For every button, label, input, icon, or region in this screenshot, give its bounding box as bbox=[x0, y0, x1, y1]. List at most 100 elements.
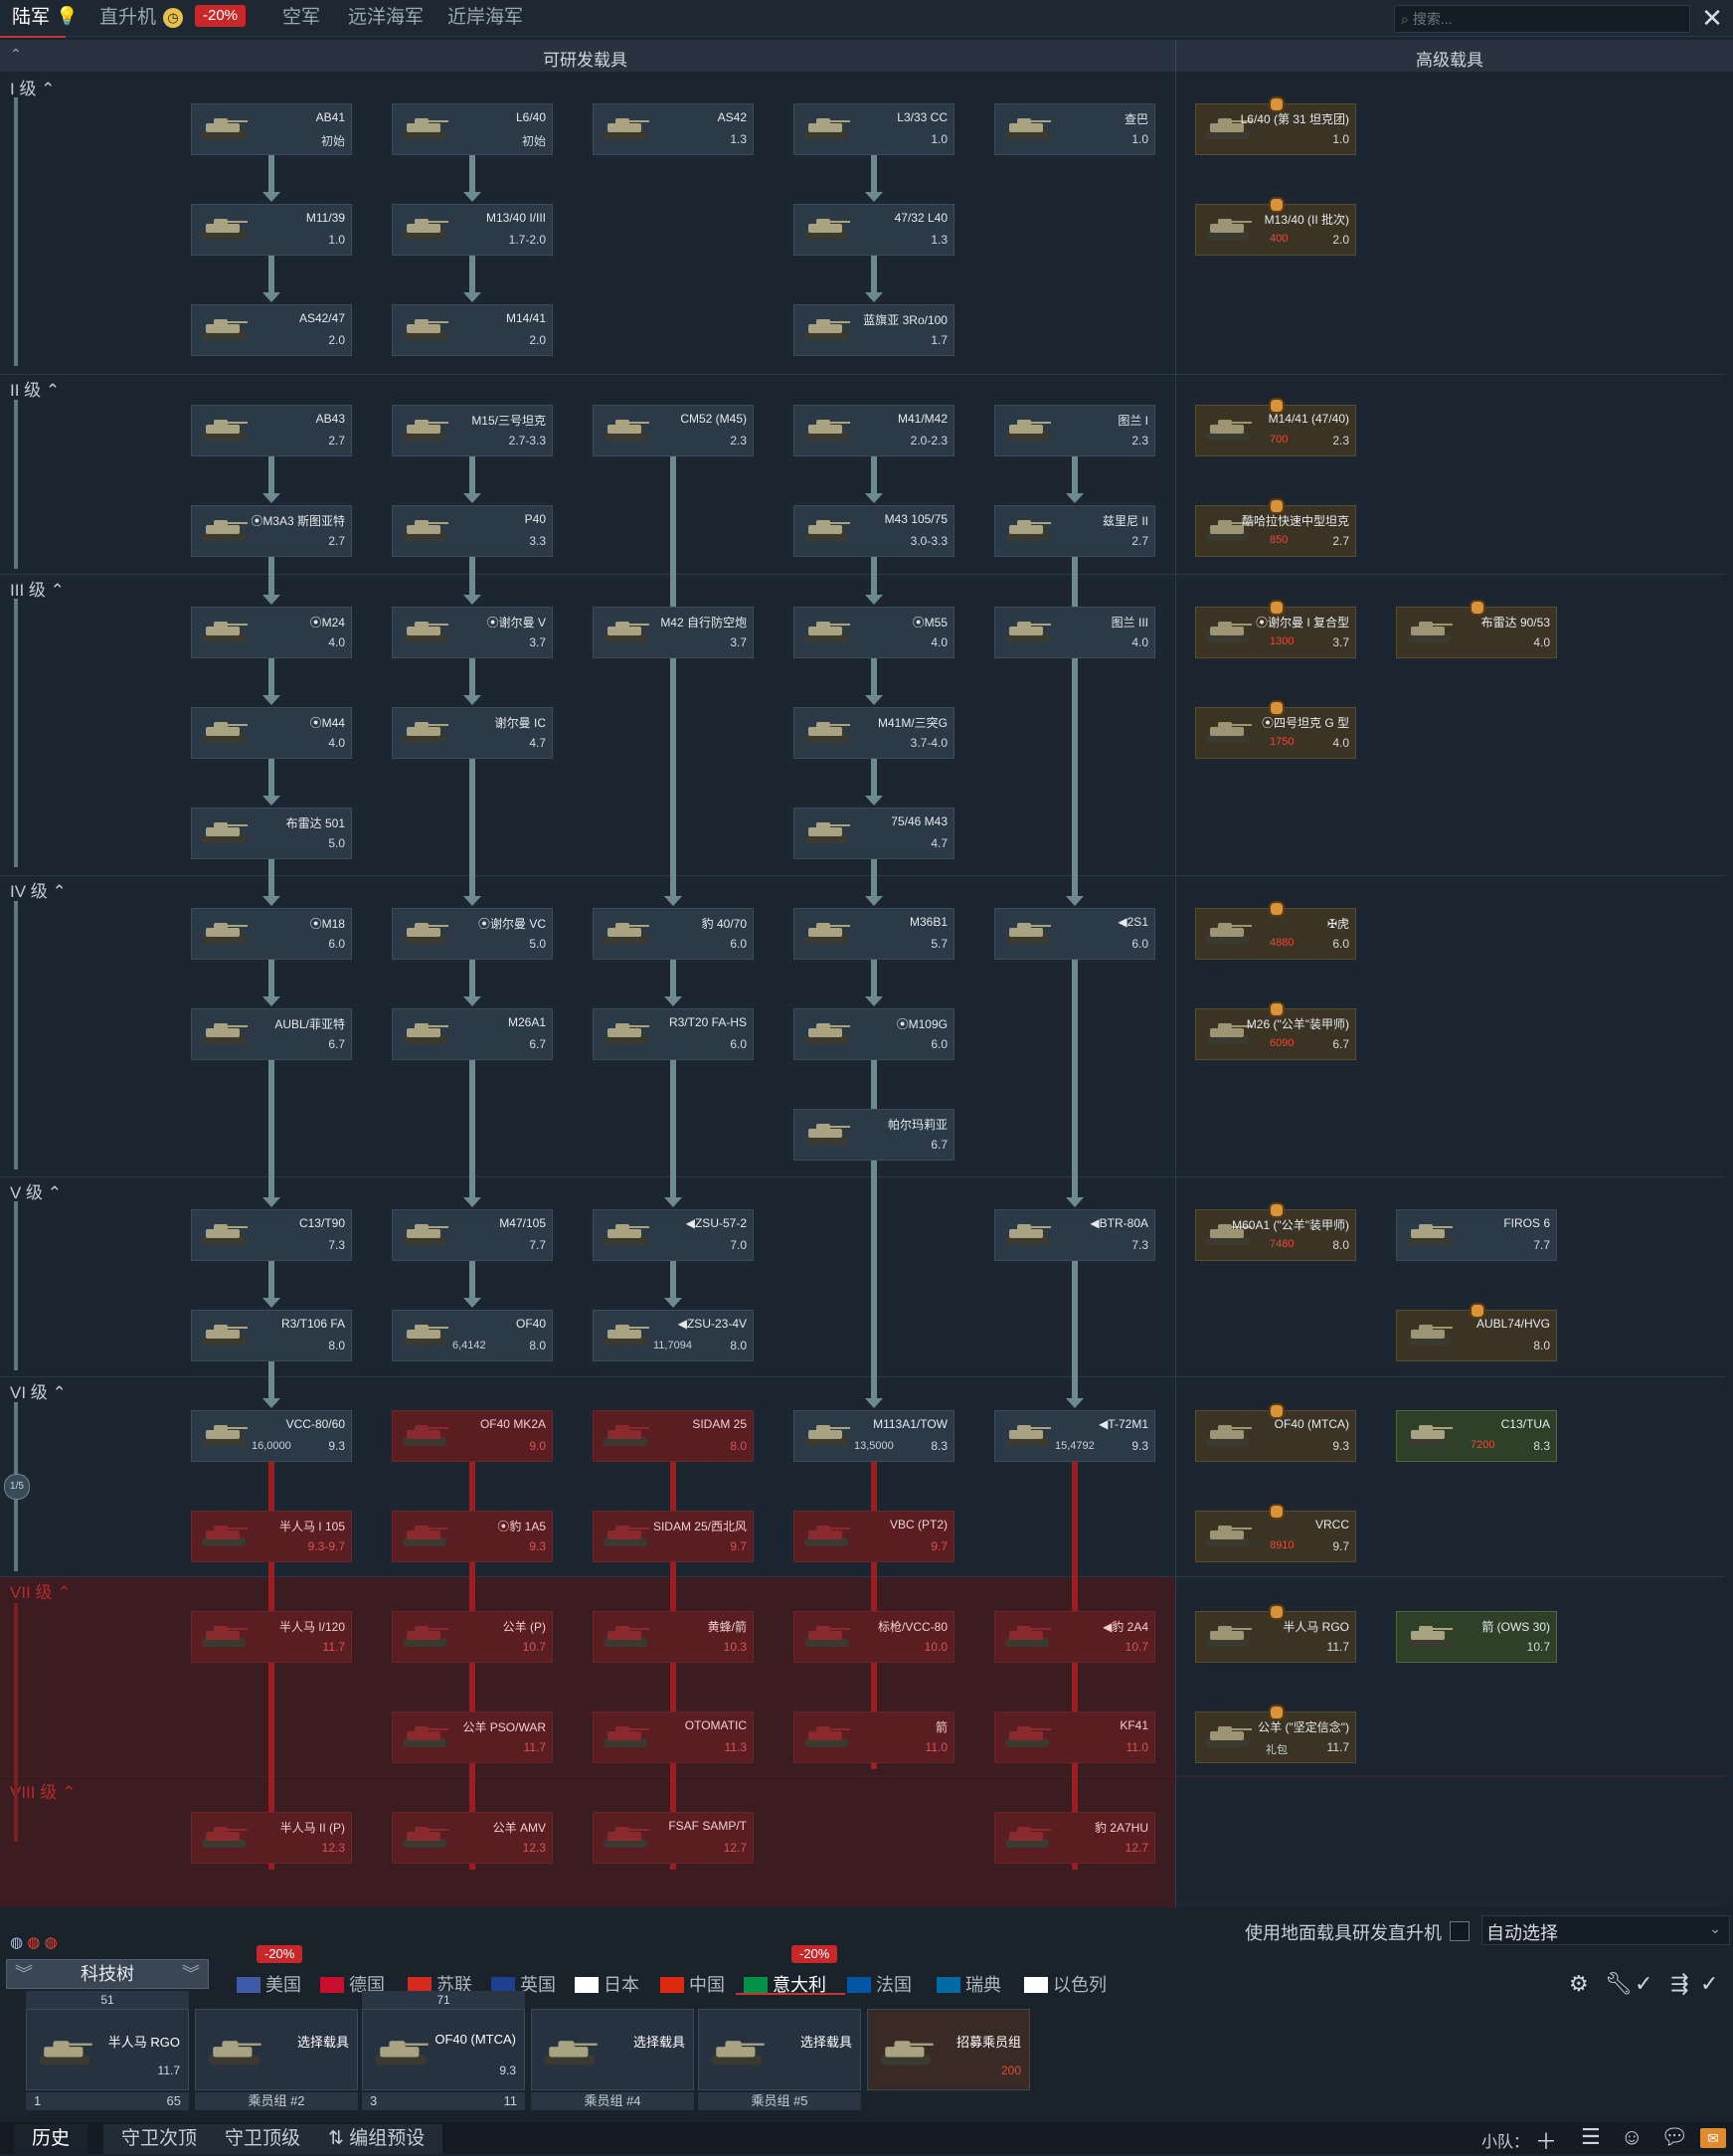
rank-label-5[interactable]: V 级 ⌃ bbox=[10, 1178, 62, 1203]
crew-slot[interactable]: 选择载具 bbox=[531, 2009, 694, 2090]
vehicle-card[interactable]: 兹里尼 II 2.7 bbox=[994, 505, 1155, 557]
vehicle-card[interactable]: ⦿M24 4.0 bbox=[191, 607, 352, 658]
vehicle-card[interactable]: M41M/三突G 3.7-4.0 bbox=[793, 707, 954, 759]
vehicle-card[interactable]: M14/41 2.0 bbox=[392, 304, 553, 356]
vehicle-card[interactable]: R3/T106 FA 8.0 bbox=[191, 1310, 352, 1361]
vehicle-card[interactable]: CM52 (M45) 2.3 bbox=[593, 405, 754, 456]
vehicle-card[interactable]: 酷哈拉快速中型坦克 2.7 850 bbox=[1195, 498, 1356, 557]
vehicle-card[interactable]: M47/105 7.7 bbox=[392, 1209, 553, 1261]
vehicle-card[interactable]: 47/32 L40 1.3 bbox=[793, 204, 954, 256]
vehicle-card[interactable]: M14/41 (47/40) 2.3 700 bbox=[1195, 398, 1356, 456]
vehicle-card[interactable]: 图兰 III 4.0 bbox=[994, 607, 1155, 658]
wrench-icon[interactable]: 🔧︎ bbox=[1605, 1971, 1633, 1997]
nation-tab[interactable]: 法国 bbox=[847, 1971, 912, 1997]
nation-tab[interactable]: 美国 bbox=[237, 1971, 301, 1997]
tab-helicopter[interactable]: 直升机 bbox=[99, 4, 156, 32]
vehicle-card[interactable]: M36B1 5.7 bbox=[793, 908, 954, 960]
vehicle-card[interactable]: ⦿M3A3 斯图亚特 2.7 bbox=[191, 505, 352, 557]
vehicle-card[interactable]: M113A1/TOW 8.3 13,5000 bbox=[793, 1410, 954, 1462]
vehicle-card[interactable]: 箭 (OWS 30) 10.7 bbox=[1396, 1611, 1557, 1663]
list-icon[interactable]: ☰ bbox=[1581, 2124, 1601, 2150]
vehicle-card[interactable]: ◀BTR-80A 7.3 bbox=[994, 1209, 1155, 1261]
crew-slot[interactable]: 招募乘员组 200 bbox=[867, 2009, 1030, 2090]
vehicle-card[interactable]: 查巴 1.0 bbox=[994, 103, 1155, 155]
rank-label-4[interactable]: IV 级 ⌃ bbox=[10, 877, 67, 902]
tab-guard-second[interactable]: 守卫次顶 bbox=[103, 2124, 216, 2154]
check-all-icon[interactable]: ✓ bbox=[1700, 1971, 1718, 1997]
crew-slot[interactable]: 选择载具 bbox=[698, 2009, 861, 2090]
vehicle-card[interactable]: R3/T20 FA-HS 6.0 bbox=[593, 1008, 754, 1060]
vehicle-card[interactable]: 半人马 RGO 11.7 bbox=[1195, 1604, 1356, 1663]
vehicle-card[interactable]: M13/40 (II 批次) 2.0 400 bbox=[1195, 197, 1356, 256]
friends-icon[interactable]: ☺ bbox=[1621, 2124, 1643, 2150]
vehicle-card[interactable]: L6/40 (第 31 坦克团) 1.0 bbox=[1195, 96, 1356, 155]
tab-ground[interactable]: 陆军 bbox=[0, 4, 67, 38]
vehicle-card[interactable]: ◀ZSU-57-2 7.0 bbox=[593, 1209, 754, 1261]
vehicle-card[interactable]: 箭 11.0 bbox=[793, 1711, 954, 1763]
vehicle-card[interactable]: ⦿谢尔曼 VC 5.0 bbox=[392, 908, 553, 960]
nation-tab[interactable]: 瑞典 bbox=[937, 1971, 1001, 1997]
vehicle-card[interactable]: ⦿豹 1A5 9.3 bbox=[392, 1511, 553, 1562]
close-icon[interactable]: ✕ bbox=[1698, 5, 1726, 33]
vehicle-card[interactable]: P40 3.3 bbox=[392, 505, 553, 557]
check-icon[interactable]: ✓ bbox=[1635, 1971, 1652, 1997]
vehicle-card[interactable]: ⦿谢尔曼 V 3.7 bbox=[392, 607, 553, 658]
vehicle-card[interactable]: 布雷达 501 5.0 bbox=[191, 808, 352, 859]
vehicle-card[interactable]: L6/40 初始 bbox=[392, 103, 553, 155]
vehicle-card[interactable]: VCC-80/60 9.3 16,0000 bbox=[191, 1410, 352, 1462]
vehicle-card[interactable]: OF40 8.0 6,4142 bbox=[392, 1310, 553, 1361]
rank-label-7[interactable]: VII 级 ⌃ bbox=[10, 1578, 71, 1603]
vehicle-card[interactable]: M13/40 I/III 1.7-2.0 bbox=[392, 204, 553, 256]
tab-bluewater[interactable]: 远洋海军 bbox=[348, 4, 424, 32]
vehicle-card[interactable]: AS42/47 2.0 bbox=[191, 304, 352, 356]
vehicle-card[interactable]: 黄蜂/箭 10.3 bbox=[593, 1611, 754, 1663]
vehicle-card[interactable]: 半人马 II (P) 12.3 bbox=[191, 1812, 352, 1864]
vehicle-card[interactable]: ✠虎 6.0 4880 bbox=[1195, 901, 1356, 960]
vehicle-card[interactable]: KF41 11.0 bbox=[994, 1711, 1155, 1763]
vehicle-card[interactable]: C13/T90 7.3 bbox=[191, 1209, 352, 1261]
vehicle-card[interactable]: 豹 2A7HU 12.7 bbox=[994, 1812, 1155, 1864]
tab-coastal[interactable]: 近岸海军 bbox=[447, 4, 523, 32]
nation-tab[interactable]: 以色列 bbox=[1024, 1971, 1107, 1997]
nation-tab[interactable]: 中国 bbox=[660, 1971, 725, 1997]
vehicle-card[interactable]: AUBL74/HVG 8.0 bbox=[1396, 1303, 1557, 1361]
vehicle-card[interactable]: M26 ("公羊"装甲师) 6.7 6090 bbox=[1195, 1001, 1356, 1060]
vehicle-card[interactable]: SIDAM 25/西北风 9.7 bbox=[593, 1511, 754, 1562]
rank-label-3[interactable]: III 级 ⌃ bbox=[10, 576, 65, 601]
collapse-all-icon[interactable]: ⌃ bbox=[10, 46, 22, 63]
vehicle-card[interactable]: C13/TUA 8.3 7200 bbox=[1396, 1410, 1557, 1462]
rank-label-1[interactable]: I 级 ⌃ bbox=[10, 75, 55, 99]
mail-icon[interactable]: ✉ bbox=[1700, 2128, 1726, 2148]
vehicle-card[interactable]: AUBL/菲亚特 6.7 bbox=[191, 1008, 352, 1060]
vehicle-card[interactable]: M26A1 6.7 bbox=[392, 1008, 553, 1060]
vehicle-card[interactable]: M11/39 1.0 bbox=[191, 204, 352, 256]
vehicle-card[interactable]: ◀2S1 6.0 bbox=[994, 908, 1155, 960]
vehicle-card[interactable]: FSAF SAMP/T 12.7 bbox=[593, 1812, 754, 1864]
vehicle-card[interactable]: 75/46 M43 4.7 bbox=[793, 808, 954, 859]
heli-research-checkbox[interactable] bbox=[1450, 1921, 1470, 1941]
vehicle-card[interactable]: 公羊 ("坚定信念") 11.7 礼包 bbox=[1195, 1705, 1356, 1763]
nation-tab[interactable]: 日本 bbox=[575, 1971, 639, 1997]
vehicle-card[interactable]: 公羊 (P) 10.7 bbox=[392, 1611, 553, 1663]
vehicle-card[interactable]: OTOMATIC 11.3 bbox=[593, 1711, 754, 1763]
vehicle-card[interactable]: 布雷达 90/53 4.0 bbox=[1396, 600, 1557, 658]
vehicle-card[interactable]: AB41 初始 bbox=[191, 103, 352, 155]
vehicle-card[interactable]: ⦿M18 6.0 bbox=[191, 908, 352, 960]
vehicle-card[interactable]: 蓝旗亚 3Ro/100 1.7 bbox=[793, 304, 954, 356]
vehicle-card[interactable]: ◀豹 2A4 10.7 bbox=[994, 1611, 1155, 1663]
rank-label-2[interactable]: II 级 ⌃ bbox=[10, 376, 60, 401]
vehicle-card[interactable]: 豹 40/70 6.0 bbox=[593, 908, 754, 960]
vehicle-card[interactable]: L3/33 CC 1.0 bbox=[793, 103, 954, 155]
auto-select-dropdown[interactable]: 自动选择 ⌄ bbox=[1481, 1915, 1730, 1945]
plus-icon[interactable]: ＋ bbox=[1535, 2124, 1557, 2156]
gear-icon[interactable]: ⚙ bbox=[1569, 1971, 1589, 1997]
vehicle-card[interactable]: 谢尔曼 IC 4.7 bbox=[392, 707, 553, 759]
vehicle-card[interactable]: OF40 (MTCA) 9.3 bbox=[1195, 1403, 1356, 1462]
vehicle-card[interactable]: AS42 1.3 bbox=[593, 103, 754, 155]
rank-label-8[interactable]: VIII 级 ⌃ bbox=[10, 1778, 76, 1803]
tab-history[interactable]: 历史 bbox=[14, 2124, 88, 2154]
rank-label-6[interactable]: VI 级 ⌃ bbox=[10, 1378, 67, 1403]
vehicle-card[interactable]: 公羊 AMV 12.3 bbox=[392, 1812, 553, 1864]
vehicle-card[interactable]: OF40 MK2A 9.0 bbox=[392, 1410, 553, 1462]
vehicle-card[interactable]: FIROS 6 7.7 bbox=[1396, 1209, 1557, 1261]
